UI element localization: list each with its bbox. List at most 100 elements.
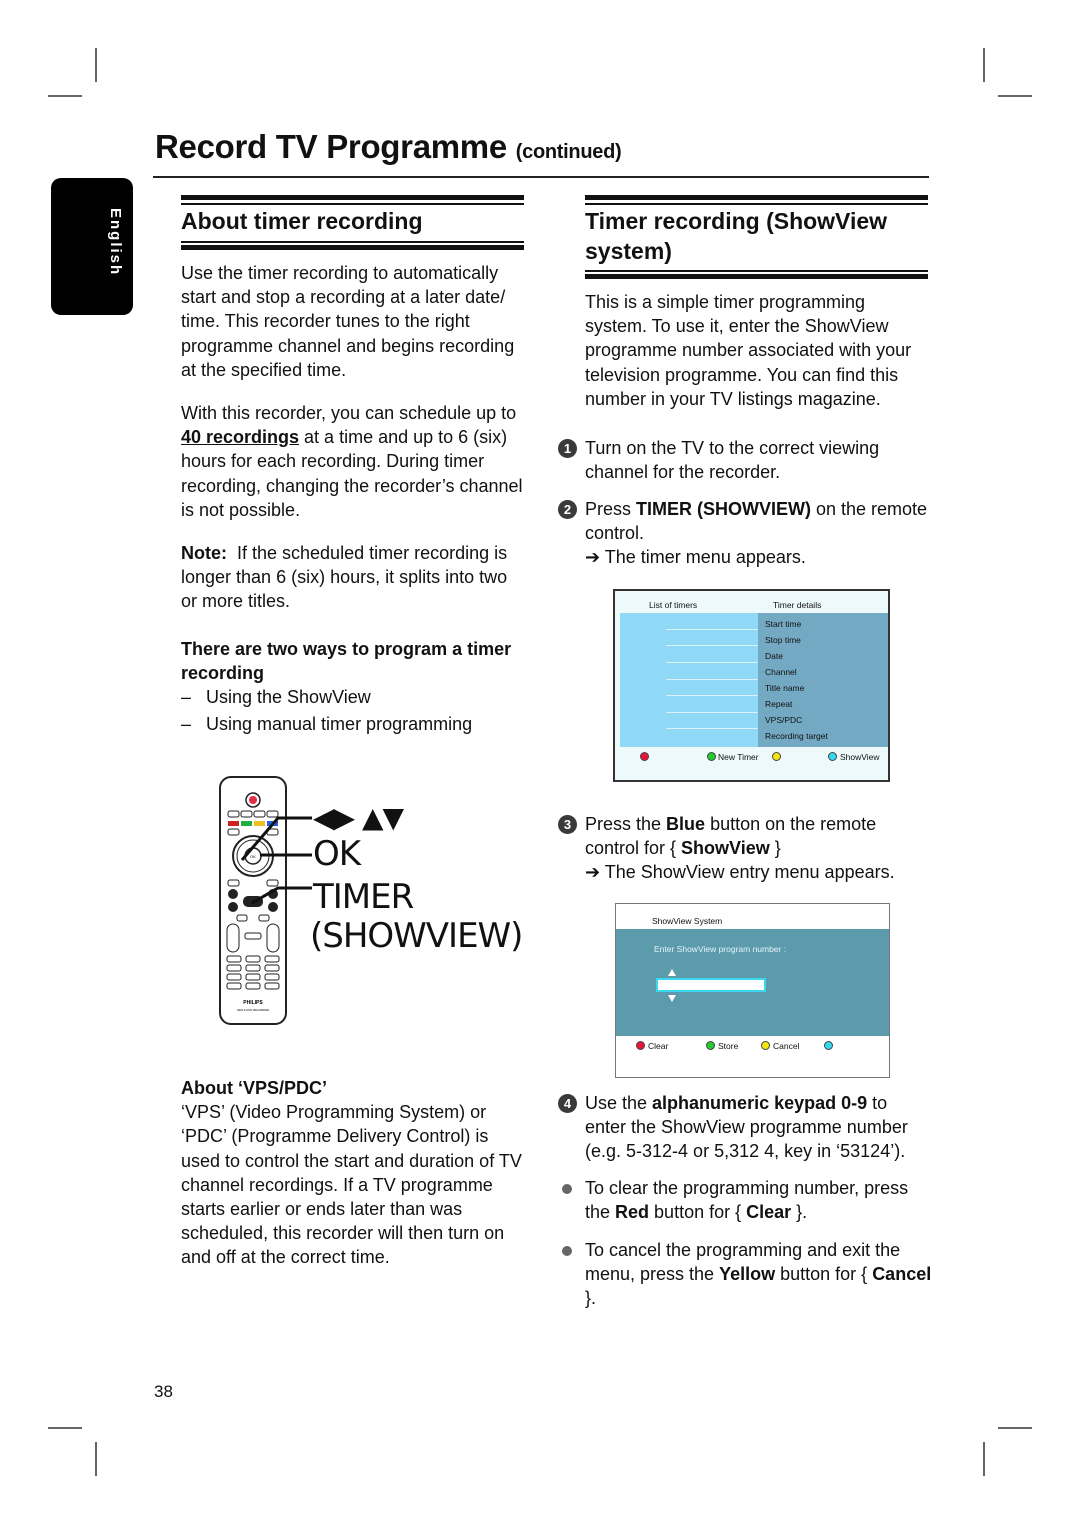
new-timer-label: New Timer xyxy=(718,752,759,762)
language-tab: English xyxy=(51,178,133,315)
step-text: Use the alphanumeric keypad 0-9 to enter… xyxy=(585,1091,933,1164)
yellow-button-icon xyxy=(761,1041,770,1050)
cyan-button-icon xyxy=(824,1041,833,1050)
section-heading-showview: Timer recording (ShowView system) xyxy=(585,208,888,264)
detail-title-name: Title name xyxy=(765,683,805,693)
triangle-up-icon xyxy=(668,969,676,976)
list-item-text: Using the ShowView xyxy=(206,687,371,708)
crop-mark xyxy=(48,1427,82,1429)
timer-showview-key: TIMER (SHOWVIEW) xyxy=(636,499,811,519)
timer-menu-footer: New Timer ShowView xyxy=(615,752,888,766)
bullet-text-part: }. xyxy=(585,1288,597,1309)
list-item: – Using the ShowView xyxy=(181,685,526,709)
clear-option: Clear xyxy=(746,1202,792,1223)
store-label: Store xyxy=(718,1041,739,1051)
timer-slot xyxy=(666,629,758,630)
green-button-icon xyxy=(706,1041,715,1050)
step-text-part: Press the xyxy=(585,814,667,834)
timer-slot xyxy=(666,662,758,663)
vps-text: ‘VPS’ (Video Programming System) or ‘PDC… xyxy=(181,1102,522,1268)
blue-key: Blue xyxy=(666,814,706,834)
step-text-part: } xyxy=(769,838,781,859)
note-label: Note: xyxy=(181,543,227,563)
callout-ok: OK xyxy=(313,834,361,874)
crop-mark xyxy=(95,48,97,82)
timer-slot xyxy=(666,645,758,646)
step-number-badge: 3 xyxy=(558,815,577,834)
arrow-right-icon: ➔ xyxy=(585,547,601,568)
step-text: Press the Blue button on the remote cont… xyxy=(585,812,933,860)
title-rule xyxy=(153,176,929,178)
vps-section: About ‘VPS/PDC’ ‘VPS’ (Video Programming… xyxy=(181,1076,526,1270)
bullet-text: To cancel the programming and exit the m… xyxy=(585,1238,933,1311)
bullet-text-part: button for { xyxy=(775,1264,873,1285)
detail-channel: Channel xyxy=(765,667,797,677)
remote-model: HDD & DVD RECORDER xyxy=(237,1008,269,1012)
step-number-badge: 2 xyxy=(558,500,577,519)
crop-mark xyxy=(998,1427,1032,1429)
heading-rule-bottom xyxy=(181,241,524,251)
green-button-icon xyxy=(707,752,716,761)
detail-recording-target: Recording target xyxy=(765,731,828,741)
detail-date: Date xyxy=(765,651,783,661)
list-item-text: Using manual timer programming xyxy=(206,713,473,734)
note-paragraph: Note: If the scheduled timer recording i… xyxy=(181,541,526,614)
intro-paragraph: Use the timer recording to automatically… xyxy=(181,263,515,380)
triangle-down-icon xyxy=(668,995,676,1002)
ways-heading: There are two ways to program a timer re… xyxy=(181,639,512,684)
detail-start-time: Start time xyxy=(765,619,802,629)
note-text: If the scheduled timer recording is long… xyxy=(181,543,513,612)
step-text: Press TIMER (SHOWVIEW) on the remote con… xyxy=(585,497,933,545)
step-result: ➔ The ShowView entry menu appears. xyxy=(585,860,933,884)
showview-option: ShowView xyxy=(681,838,770,859)
page-title-suffix: (continued) xyxy=(515,141,622,163)
showview-number-input[interactable] xyxy=(656,978,766,992)
bullet-icon xyxy=(562,1246,572,1256)
crop-mark xyxy=(998,95,1032,97)
showview-intro: This is a simple timer programming syste… xyxy=(585,292,912,409)
crop-mark xyxy=(983,48,985,82)
detail-stop-time: Stop time xyxy=(765,635,801,645)
step-2: 2 Press TIMER (SHOWVIEW) on the remote c… xyxy=(558,497,933,570)
schedule-text: With this recorder, you can schedule up … xyxy=(181,403,517,423)
detail-vps-pdc: VPS/PDC xyxy=(765,715,803,725)
yellow-key: Yellow xyxy=(719,1264,776,1285)
section-heading-about-timer: About timer recording xyxy=(181,208,423,234)
list-of-timers-header: List of timers xyxy=(649,600,698,610)
crop-mark xyxy=(983,1442,985,1476)
page-title-text: Record TV Programme xyxy=(155,128,507,165)
showview-label: ShowView xyxy=(840,752,880,762)
showview-menu-title: ShowView System xyxy=(652,916,723,926)
callout-arrow-keys: ◀▶ ▲▼ xyxy=(313,801,404,834)
showview-prompt: Enter ShowView program number : xyxy=(654,944,787,954)
timer-slot xyxy=(666,712,758,713)
detail-repeat: Repeat xyxy=(765,699,793,709)
heading-rule-bottom xyxy=(585,270,928,280)
step-3: 3 Press the Blue button on the remote co… xyxy=(558,812,933,885)
bullet-icon xyxy=(562,1184,572,1194)
cancel-label: Cancel xyxy=(773,1041,800,1051)
cancel-option: Cancel xyxy=(872,1264,932,1285)
timer-details-panel: Start time Stop time Date Channel Title … xyxy=(758,613,888,747)
red-key: Red xyxy=(615,1202,650,1223)
yellow-button-icon xyxy=(772,752,781,761)
step-4: 4 Use the alphanumeric keypad 0-9 to ent… xyxy=(558,1091,933,1164)
timer-details-header: Timer details xyxy=(773,600,822,610)
showview-entry-panel: Enter ShowView program number : xyxy=(616,929,889,1036)
crop-mark xyxy=(95,1442,97,1476)
timer-slot xyxy=(666,728,758,729)
showview-menu-screen: ShowView System Enter ShowView program n… xyxy=(615,903,890,1078)
crop-mark xyxy=(48,95,82,97)
dash: – xyxy=(181,687,192,708)
bullet-text-part: button for { xyxy=(649,1202,747,1223)
timer-slot xyxy=(666,679,758,680)
remote-brand: PHILIPS xyxy=(243,1000,263,1006)
arrow-right-icon: ➔ xyxy=(585,862,601,883)
bullet-cancel: To cancel the programming and exit the m… xyxy=(558,1238,933,1311)
callout-timer: TIMER xyxy=(313,877,414,917)
step-1: 1 Turn on the TV to the correct viewing … xyxy=(558,436,933,484)
clear-label: Clear xyxy=(648,1041,669,1051)
schedule-paragraph: With this recorder, you can schedule up … xyxy=(181,401,526,522)
ways-block: There are two ways to program a timer re… xyxy=(181,637,526,736)
step-text-part: Press xyxy=(585,499,637,519)
